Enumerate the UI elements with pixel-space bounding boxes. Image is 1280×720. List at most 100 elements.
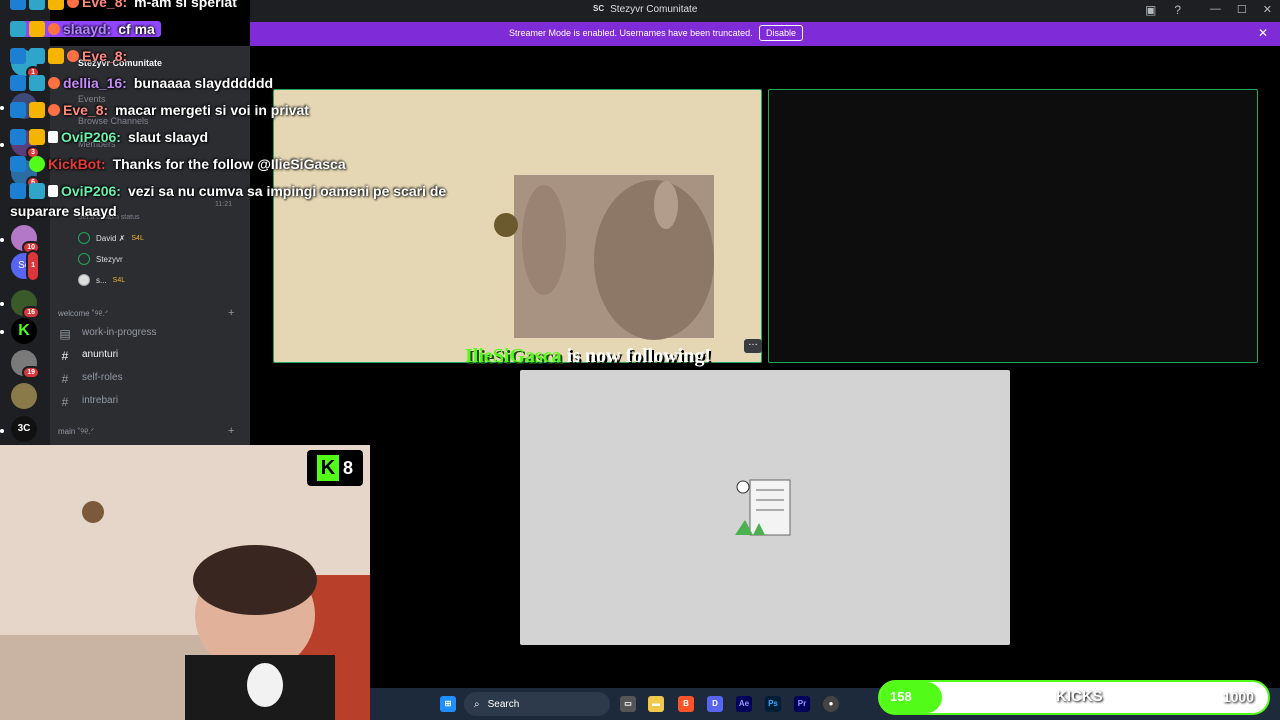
chat-username: Eve_8: <box>82 0 128 10</box>
follow-alert-user: IlieSiGasca <box>465 345 562 367</box>
brave-browser-icon[interactable]: B <box>678 696 694 712</box>
maximize-icon[interactable]: ☐ <box>1237 3 1247 16</box>
server-icon[interactable]: Sc 1 <box>11 250 40 282</box>
premiere-icon[interactable]: Pr <box>794 696 810 712</box>
server-badge: 1 <box>26 250 40 282</box>
chat-text: suparare slaayd <box>10 203 117 219</box>
close-banner-icon[interactable]: ✕ <box>1258 26 1268 40</box>
kicks-goal-bar: 158 KICKS 1000 <box>878 680 1270 715</box>
og-badge-icon <box>29 75 45 91</box>
crown-icon <box>48 0 64 10</box>
voice-user[interactable]: Stezyvr <box>78 253 123 265</box>
chat-username: OviP206: <box>61 183 121 199</box>
chat-text: slaut slaayd <box>127 129 209 145</box>
after-effects-icon[interactable]: Ae <box>736 696 752 712</box>
webcam-image <box>0 445 370 720</box>
chat-username: KickBot: <box>48 156 106 172</box>
gifter-icon <box>67 0 79 8</box>
window-controls: — ☐ ✕ <box>1210 3 1272 16</box>
verified-icon <box>10 102 26 118</box>
chat-text: Thanks for the follow @IlieSiGasca <box>112 156 346 172</box>
gifter-icon <box>48 23 60 35</box>
hash-icon: # <box>61 372 69 386</box>
sword-icon <box>48 131 58 143</box>
gifter-icon <box>48 77 60 89</box>
chat-username: slaayd: <box>63 21 112 37</box>
follow-alert: IlieSiGasca is now following! <box>465 345 711 368</box>
unread-pip <box>0 238 4 242</box>
video-tile-skeleton[interactable] <box>520 370 1010 645</box>
gifter-icon <box>67 50 79 62</box>
og-badge-icon <box>10 21 26 37</box>
server-icon[interactable] <box>11 383 37 409</box>
photoshop-icon[interactable]: Ps <box>765 696 781 712</box>
category-welcome[interactable]: welcome ˚୨୧.ᐟ <box>58 309 108 319</box>
skeleton-sticker <box>735 479 791 536</box>
channel-label: self-roles <box>82 372 123 383</box>
chat-message: Eve_8: <box>10 48 127 64</box>
taskbar-search[interactable]: ⌕ Search <box>464 692 610 716</box>
unread-pip <box>0 330 4 334</box>
discord-taskbar-icon[interactable]: D <box>707 696 723 712</box>
kicks-label: KICKS <box>1056 688 1103 705</box>
task-view-icon[interactable]: ▭ <box>620 696 636 712</box>
search-icon: ⌕ <box>474 698 480 710</box>
unread-pip <box>0 143 4 147</box>
inbox-icon[interactable]: ▣ <box>1145 3 1156 17</box>
channel-self-roles[interactable]: # self-roles <box>58 372 123 386</box>
server-icon[interactable]: 10 <box>11 225 40 254</box>
channel-intrebari[interactable]: # intrebari <box>58 395 118 409</box>
video-tile-bunny[interactable]: … <box>273 89 762 363</box>
sword-icon <box>48 185 58 197</box>
close-icon[interactable]: ✕ <box>1263 3 1272 16</box>
unread-pip <box>0 302 4 306</box>
minimize-icon[interactable]: — <box>1210 3 1221 16</box>
kick-server-icon[interactable]: K <box>11 318 37 344</box>
category-main[interactable]: main ˚୨୧.ᐟ <box>58 427 94 437</box>
voice-user-name: Stezyvr <box>96 254 123 264</box>
channel-label: intrebari <box>82 395 119 406</box>
server-icon[interactable]: 16 <box>11 290 40 319</box>
video-tile-empty[interactable] <box>768 89 1258 363</box>
voice-user[interactable]: David ✗ S4L <box>78 232 144 244</box>
chat-message-highlight: slaayd: cf ma <box>10 21 161 37</box>
chat-message: OviP206: vezi sa nu cumva sa impingi oam… <box>10 183 446 199</box>
file-explorer-icon[interactable]: ▬ <box>648 696 664 712</box>
verified-icon <box>10 129 26 145</box>
kick-follower-badge: K 8 <box>307 450 363 486</box>
server-icon[interactable]: 3C <box>11 416 37 442</box>
webcam-feed <box>0 445 370 720</box>
server-icon[interactable]: 19 <box>11 350 40 379</box>
voice-user[interactable]: s... S4L <box>78 274 125 286</box>
forum-icon: ▤ <box>59 327 71 341</box>
channel-work-in-progress[interactable]: ▤ work-in-progress <box>58 327 156 341</box>
disable-streamer-mode-button[interactable]: Disable <box>759 25 804 41</box>
chat-text: macar mergeti si voi in privat <box>115 102 309 118</box>
streamer-mode-text: Streamer Mode is enabled. Usernames have… <box>509 28 753 38</box>
streamer-mode-banner: Streamer Mode is enabled. Usernames have… <box>250 22 1280 46</box>
chat-message: dellia_16: bunaaaa slaydddddd <box>10 75 273 91</box>
status-time: 11:21 <box>215 201 232 208</box>
chat-username: dellia_16: <box>63 75 127 91</box>
og-badge-icon <box>29 48 45 64</box>
channel-label: anunturi <box>82 349 119 360</box>
unread-pip <box>0 106 4 110</box>
chat-text: m-am si speriat <box>134 0 237 10</box>
kick-badge-count: 8 <box>342 457 353 478</box>
channel-anunturi[interactable]: # anunturi <box>58 349 118 363</box>
chat-text: cf ma <box>118 21 155 37</box>
discord-title-bar: SC Stezyvr Comunitate ▣ ? — ☐ ✕ <box>250 0 1280 22</box>
avatar <box>78 274 90 286</box>
og-badge-icon <box>29 183 45 199</box>
crown-icon <box>48 48 64 64</box>
kicks-goal: 1000 <box>1222 689 1254 705</box>
obs-icon[interactable]: ● <box>823 696 839 712</box>
help-icon[interactable]: ? <box>1174 3 1181 17</box>
verified-icon <box>10 183 26 199</box>
start-icon[interactable]: ⊞ <box>440 696 456 712</box>
add-channel-icon[interactable]: + <box>228 425 234 437</box>
more-options-icon[interactable]: … <box>744 338 762 353</box>
app-logo: SC <box>593 4 605 13</box>
add-channel-icon[interactable]: + <box>228 307 234 319</box>
crown-icon <box>29 21 45 37</box>
